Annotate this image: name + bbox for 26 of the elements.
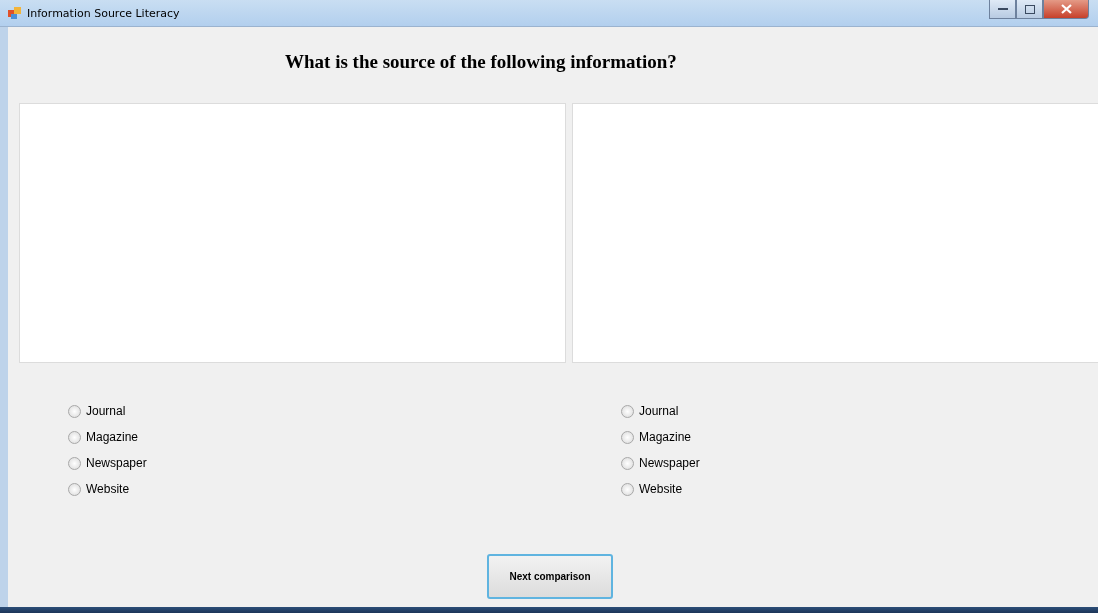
option-label: Newspaper xyxy=(86,456,147,470)
radio-button[interactable] xyxy=(68,430,81,444)
next-button[interactable]: Next comparison xyxy=(487,554,613,599)
minimize-button[interactable] xyxy=(989,0,1016,19)
option-label: Newspaper xyxy=(639,456,700,470)
window-title: Information Source Literacy xyxy=(27,6,180,20)
maximize-button[interactable] xyxy=(1016,0,1043,19)
option-label: Journal xyxy=(86,404,126,418)
radio-button[interactable] xyxy=(621,404,634,418)
option-label: Journal xyxy=(639,404,679,418)
option-label: Website xyxy=(86,482,130,496)
radio-button[interactable] xyxy=(68,456,81,470)
maximize-icon xyxy=(1024,4,1035,14)
radio-button[interactable] xyxy=(621,482,634,496)
option-label: Magazine xyxy=(86,430,139,444)
close-icon xyxy=(1060,4,1072,14)
radio-button[interactable] xyxy=(621,430,634,444)
radio-button[interactable] xyxy=(68,404,81,418)
close-button[interactable] xyxy=(1043,0,1089,19)
app-icon xyxy=(8,6,22,20)
option-label: Magazine xyxy=(639,430,692,444)
question-heading: What is the source of the following information? xyxy=(285,51,678,74)
option-label: Website xyxy=(639,482,683,496)
minimize-icon xyxy=(997,7,1008,11)
radio-button[interactable] xyxy=(68,482,81,496)
radio-button[interactable] xyxy=(621,456,634,470)
